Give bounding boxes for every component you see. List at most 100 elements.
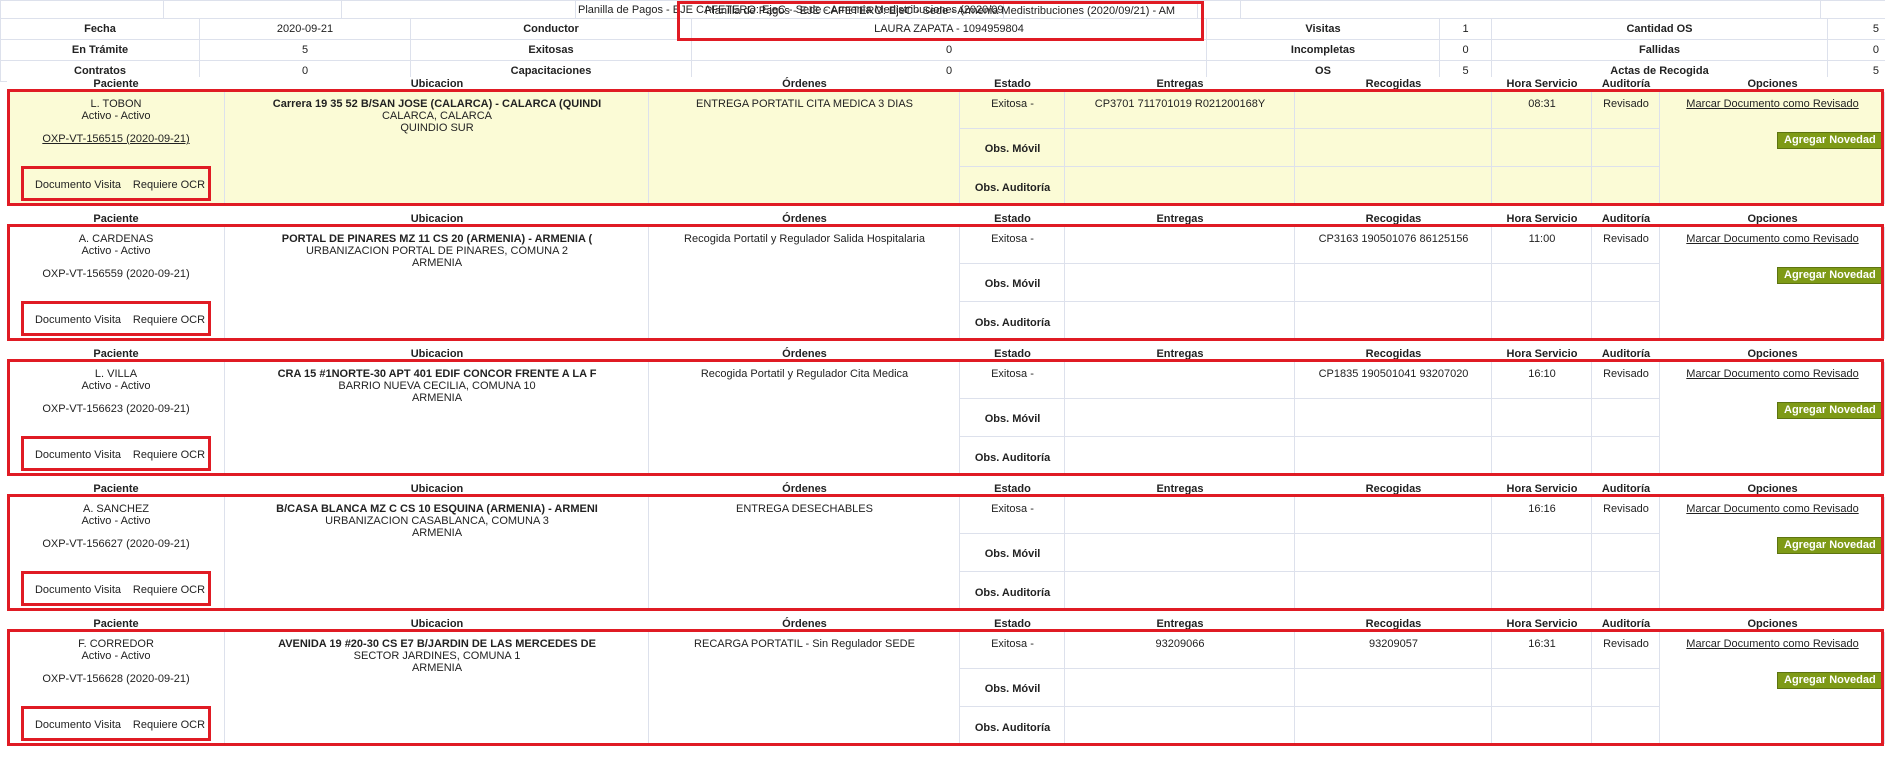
visit-document-link: OXP-VT-156559 (2020-09-21) xyxy=(42,268,190,280)
column-header-estado: Estado xyxy=(994,78,1031,90)
column-header-auditoria: Auditoría xyxy=(1601,618,1651,630)
requiere-ocr-link[interactable]: Requiere OCR xyxy=(121,179,217,191)
column-header-paciente: Paciente xyxy=(93,618,139,630)
marcar-revisado-link[interactable]: Marcar Documento como Revisado xyxy=(1660,638,1885,650)
patient-status: Activo - Activo xyxy=(81,245,151,257)
address-line-2: BARRIO NUEVA CECILIA, COMUNA 10 xyxy=(338,380,536,392)
address-line-3: ARMENIA xyxy=(411,527,463,539)
summary-grid: Fecha 2020-09-21 Conductor LAURA ZAPATA … xyxy=(0,18,1885,82)
hora-servicio-value: 16:10 xyxy=(1528,368,1556,380)
column-header-ubicacion: Ubicacion xyxy=(410,618,464,630)
patient-status: Activo - Activo xyxy=(81,650,151,662)
row-divider xyxy=(960,571,1660,572)
column-header-hora: Hora Servicio xyxy=(1506,348,1578,360)
documento-visita-link[interactable]: Documento Visita xyxy=(27,179,129,191)
entregas-value: 93209066 xyxy=(1155,638,1205,650)
documento-visita-link[interactable]: Documento Visita xyxy=(27,449,129,461)
en-tramite-value: 5 xyxy=(199,39,411,61)
row-divider xyxy=(960,668,1660,669)
column-header-auditoria: Auditoría xyxy=(1601,483,1651,495)
documento-visita-link[interactable]: Documento Visita xyxy=(27,314,129,326)
column-header-auditoria: Auditoría xyxy=(1601,348,1651,360)
marcar-revisado-link[interactable]: Marcar Documento como Revisado xyxy=(1660,233,1885,245)
estado-value: Exitosa - xyxy=(991,503,1034,515)
record-row: L. VILLA Activo - Activo OXP-VT-156623 (20… xyxy=(7,362,1885,474)
address-line-3: ARMENIA xyxy=(411,392,463,404)
order-description: RECARGA PORTATIL - Sin Regulador SEDE xyxy=(694,638,915,650)
estado-value: Exitosa - xyxy=(991,233,1034,245)
order-description: ENTREGA DESECHABLES xyxy=(736,503,873,515)
address-line-3: ARMENIA xyxy=(411,662,463,674)
visit-document-link[interactable]: OXP-VT-156515 (2020-09-21) xyxy=(7,133,225,145)
patient-status: Activo - Activo xyxy=(81,380,151,392)
row-divider xyxy=(960,166,1660,167)
column-header-opciones: Opciones xyxy=(1747,618,1798,630)
address-line-1: AVENIDA 19 #20-30 CS E7 B/JARDIN DE LAS … xyxy=(278,638,596,650)
row-divider xyxy=(960,128,1660,129)
agregar-novedad-button[interactable]: Agregar Novedad xyxy=(1777,537,1883,554)
auditoria-value: Revisado xyxy=(1603,233,1649,245)
obs-movil-label: Obs. Móvil xyxy=(984,413,1041,425)
estado-value: Exitosa - xyxy=(991,638,1034,650)
column-header-ubicacion: Ubicacion xyxy=(410,348,464,360)
row-divider xyxy=(960,533,1660,534)
obs-movil-label: Obs. Móvil xyxy=(984,143,1041,155)
column-header-recogidas: Recogidas xyxy=(1365,213,1422,225)
row-divider xyxy=(960,398,1660,399)
column-header-entregas: Entregas xyxy=(1156,618,1204,630)
marcar-revisado-link[interactable]: Marcar Documento como Revisado xyxy=(1660,503,1885,515)
auditoria-value: Revisado xyxy=(1603,638,1649,650)
address-line-1: CRA 15 #1NORTE-30 APT 401 EDIF CONCOR FR… xyxy=(277,368,597,380)
column-header-ordenes: Órdenes xyxy=(782,483,827,495)
recogidas-value: 93209057 xyxy=(1369,638,1418,650)
agregar-novedad-button[interactable]: Agregar Novedad xyxy=(1777,402,1883,419)
row-divider xyxy=(960,706,1660,707)
record-header-row: Paciente Ubicacion Órdenes Estado Entregas Re… xyxy=(7,77,1885,92)
column-header-paciente: Paciente xyxy=(93,348,139,360)
cantidad-os-value: 5 xyxy=(1827,18,1885,40)
column-header-estado: Estado xyxy=(994,483,1031,495)
order-description: Recogida Portatil y Regulador Cita Medic… xyxy=(700,368,909,380)
row-divider xyxy=(960,436,1660,437)
marcar-revisado-link[interactable]: Marcar Documento como Revisado xyxy=(1660,368,1885,380)
column-header-opciones: Opciones xyxy=(1747,213,1798,225)
column-header-paciente: Paciente xyxy=(93,213,139,225)
column-header-auditoria: Auditoría xyxy=(1601,78,1651,90)
requiere-ocr-link[interactable]: Requiere OCR xyxy=(121,719,217,731)
order-description: ENTREGA PORTATIL CITA MEDICA 3 DIAS xyxy=(696,98,913,110)
documento-visita-link[interactable]: Documento Visita xyxy=(27,719,129,731)
address-line-3: ARMENIA xyxy=(411,257,463,269)
column-header-ordenes: Órdenes xyxy=(782,618,827,630)
marcar-revisado-link[interactable]: Marcar Documento como Revisado xyxy=(1660,98,1885,110)
cantidad-os-label: Cantidad OS xyxy=(1491,18,1828,40)
agregar-novedad-button[interactable]: Agregar Novedad xyxy=(1777,267,1883,284)
agregar-novedad-button[interactable]: Agregar Novedad xyxy=(1777,132,1883,149)
patient-name: A. CARDENAS xyxy=(78,233,154,245)
auditoria-value: Revisado xyxy=(1603,98,1649,110)
column-header-entregas: Entregas xyxy=(1156,483,1204,495)
cell-recogidas xyxy=(1295,497,1492,609)
requiere-ocr-link[interactable]: Requiere OCR xyxy=(121,449,217,461)
obs-auditoria-label: Obs. Auditoría xyxy=(974,587,1051,599)
conductor-value: LAURA ZAPATA - 1094959804 xyxy=(691,18,1207,40)
documento-visita-link[interactable]: Documento Visita xyxy=(27,584,129,596)
obs-auditoria-label: Obs. Auditoría xyxy=(974,182,1051,194)
hora-servicio-value: 16:31 xyxy=(1528,638,1556,650)
patient-status: Activo - Activo xyxy=(81,515,151,527)
exitosas-label: Exitosas xyxy=(410,39,692,61)
patient-name: L. TOBON xyxy=(90,98,142,110)
record-header-row: Paciente Ubicacion Órdenes Estado Entregas Re… xyxy=(7,347,1885,362)
visit-document-link: OXP-VT-156623 (2020-09-21) xyxy=(42,403,190,415)
record-row: A. CARDENAS Activo - Activo OXP-VT-156559 … xyxy=(7,227,1885,339)
agregar-novedad-button[interactable]: Agregar Novedad xyxy=(1777,672,1883,689)
column-header-opciones: Opciones xyxy=(1747,78,1798,90)
auditoria-value: Revisado xyxy=(1603,503,1649,515)
auditoria-value: Revisado xyxy=(1603,368,1649,380)
column-header-recogidas: Recogidas xyxy=(1365,618,1422,630)
address-line-2: CALARCA, CALARCA xyxy=(381,110,493,122)
visit-document-link: OXP-VT-156627 (2020-09-21) xyxy=(42,538,190,550)
requiere-ocr-link[interactable]: Requiere OCR xyxy=(121,314,217,326)
obs-movil-label: Obs. Móvil xyxy=(984,683,1041,695)
address-line-3: QUINDIO SUR xyxy=(400,122,474,134)
requiere-ocr-link[interactable]: Requiere OCR xyxy=(121,584,217,596)
